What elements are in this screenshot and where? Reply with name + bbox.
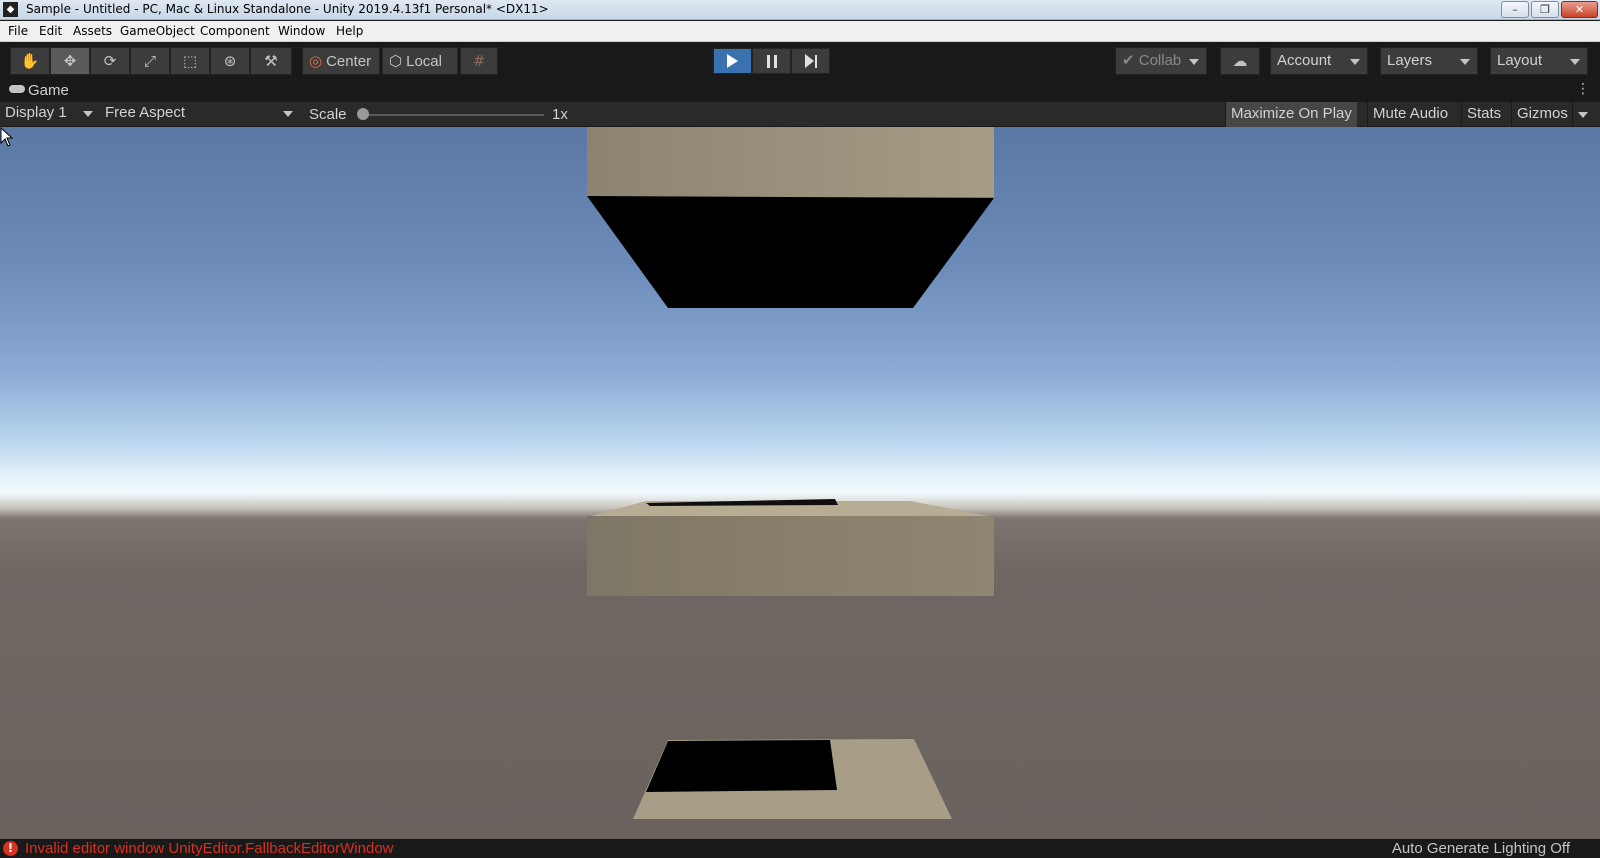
collab-dropdown[interactable]: ✔ Collab bbox=[1115, 47, 1207, 75]
rotate-tool-button[interactable]: ⟳ bbox=[90, 47, 130, 75]
scale-slider-handle[interactable] bbox=[357, 108, 369, 120]
chevron-down-icon bbox=[82, 111, 93, 117]
move-tool-button[interactable]: ✥ bbox=[50, 47, 90, 75]
cloud-button[interactable]: ☁ bbox=[1220, 47, 1260, 75]
grid-snap-button[interactable]: # bbox=[460, 47, 498, 75]
game-viewport[interactable] bbox=[0, 127, 1600, 839]
step-bar-icon bbox=[814, 54, 817, 68]
menu-window[interactable]: Window bbox=[278, 24, 325, 38]
maximize-on-play-toggle[interactable]: Maximize On Play bbox=[1225, 102, 1357, 127]
scale-value: 1x bbox=[552, 106, 568, 123]
gizmos-toggle[interactable]: Gizmos bbox=[1511, 102, 1573, 127]
account-dropdown[interactable]: Account bbox=[1270, 47, 1368, 75]
error-icon[interactable]: ! bbox=[3, 841, 18, 856]
menu-bar: File Edit Assets GameObject Component Wi… bbox=[0, 21, 1600, 42]
pause-button[interactable] bbox=[752, 48, 791, 74]
pivot-center-toggle[interactable]: ◎ Center bbox=[302, 47, 380, 75]
rotate-icon: ⟳ bbox=[103, 52, 117, 70]
rect-icon: ⬚ bbox=[182, 52, 198, 70]
upper-platform-side bbox=[587, 127, 994, 197]
tab-game[interactable]: Game bbox=[9, 82, 69, 99]
pivot-label: Center bbox=[326, 52, 372, 70]
display-label: Display 1 bbox=[5, 104, 67, 121]
scale-icon: ⤢ bbox=[143, 52, 156, 70]
gizmos-dropdown[interactable] bbox=[1572, 102, 1593, 127]
tab-game-label: Game bbox=[28, 82, 69, 99]
maximize-button[interactable]: ❐ bbox=[1531, 1, 1559, 18]
game-view-toolbar: Display 1 Free Aspect Scale 1x Maximize … bbox=[0, 102, 1600, 127]
layers-label: Layers bbox=[1387, 52, 1433, 69]
chevron-down-icon bbox=[283, 111, 294, 117]
chevron-down-icon bbox=[1570, 59, 1580, 65]
game-tab-bar: Game ⋮ bbox=[0, 80, 1600, 102]
local-space-icon: ⬡ bbox=[389, 52, 403, 70]
pivot-local-toggle[interactable]: ⬡ Local bbox=[382, 47, 458, 75]
scale-slider-track[interactable] bbox=[360, 114, 544, 116]
window-title: Sample - Untitled - PC, Mac & Linux Stan… bbox=[26, 2, 549, 16]
middle-platform-side bbox=[587, 516, 994, 596]
minimize-button[interactable]: – bbox=[1501, 1, 1529, 18]
play-button[interactable] bbox=[713, 48, 752, 74]
upper-platform-underside bbox=[587, 196, 994, 308]
chevron-down-icon bbox=[1350, 59, 1360, 65]
display-dropdown[interactable]: Display 1 bbox=[5, 104, 93, 121]
menu-edit[interactable]: Edit bbox=[39, 24, 62, 38]
chevron-down-icon bbox=[1189, 59, 1199, 65]
hand-tool-button[interactable]: ✋ bbox=[10, 47, 50, 75]
hand-icon: ✋ bbox=[20, 52, 40, 70]
play-icon bbox=[727, 54, 738, 68]
step-button[interactable] bbox=[791, 48, 830, 74]
space-label: Local bbox=[406, 52, 442, 70]
status-bar: ! Invalid editor window UnityEditor.Fall… bbox=[0, 839, 1600, 858]
collab-label: Collab bbox=[1138, 52, 1182, 69]
menu-gameobject[interactable]: GameObject bbox=[120, 24, 195, 38]
menu-help[interactable]: Help bbox=[336, 24, 363, 38]
mouse-cursor-icon bbox=[0, 127, 14, 147]
mute-audio-toggle[interactable]: Mute Audio bbox=[1367, 102, 1453, 127]
main-toolbar: ✋ ✥ ⟳ ⤢ ⬚ ⊛ ⚒ ◎ Center ⬡ Local # ✔ Colla… bbox=[0, 42, 1600, 80]
unity-editor-window: ◆ Sample - Untitled - PC, Mac & Linux St… bbox=[0, 0, 1600, 858]
scale-tool-button[interactable]: ⤢ bbox=[130, 47, 170, 75]
aspect-label: Free Aspect bbox=[105, 104, 186, 121]
layout-dropdown[interactable]: Layout bbox=[1490, 47, 1588, 75]
scale-label: Scale bbox=[309, 106, 347, 123]
layers-dropdown[interactable]: Layers bbox=[1380, 47, 1478, 75]
pivot-icon: ◎ bbox=[309, 52, 323, 70]
transform-icon: ⊛ bbox=[223, 52, 237, 70]
move-icon: ✥ bbox=[63, 52, 77, 70]
middle-platform-shadow bbox=[646, 499, 838, 506]
cloud-icon: ☁ bbox=[1232, 52, 1248, 70]
chevron-down-icon bbox=[1460, 59, 1470, 65]
layout-label: Layout bbox=[1497, 52, 1543, 69]
step-icon bbox=[804, 54, 814, 68]
account-label: Account bbox=[1277, 52, 1332, 69]
menu-component[interactable]: Component bbox=[200, 24, 270, 38]
aspect-dropdown[interactable]: Free Aspect bbox=[105, 104, 294, 121]
unity-logo-icon: ◆ bbox=[3, 2, 18, 17]
transform-tool-button[interactable]: ⊛ bbox=[210, 47, 250, 75]
grid-snap-icon: # bbox=[472, 52, 486, 70]
gamepad-icon bbox=[9, 85, 25, 93]
custom-tool-button[interactable]: ⚒ bbox=[250, 47, 292, 75]
lighting-status[interactable]: Auto Generate Lighting Off bbox=[1392, 840, 1570, 857]
scene-render bbox=[587, 127, 994, 819]
rect-tool-button[interactable]: ⬚ bbox=[170, 47, 210, 75]
title-bar: ◆ Sample - Untitled - PC, Mac & Linux St… bbox=[0, 0, 1600, 20]
stats-toggle[interactable]: Stats bbox=[1461, 102, 1506, 127]
menu-file[interactable]: File bbox=[8, 24, 28, 38]
menu-assets[interactable]: Assets bbox=[73, 24, 112, 38]
chevron-down-icon bbox=[1578, 112, 1588, 118]
pause-icon bbox=[766, 54, 777, 68]
console-error-message[interactable]: Invalid editor window UnityEditor.Fallba… bbox=[25, 840, 394, 857]
more-options-icon[interactable]: ⋮ bbox=[1576, 81, 1590, 97]
collab-check-icon: ✔ bbox=[1122, 52, 1135, 69]
close-button[interactable]: ✕ bbox=[1561, 1, 1598, 18]
custom-tool-icon: ⚒ bbox=[264, 52, 278, 70]
lower-platform-shadow bbox=[646, 740, 837, 792]
